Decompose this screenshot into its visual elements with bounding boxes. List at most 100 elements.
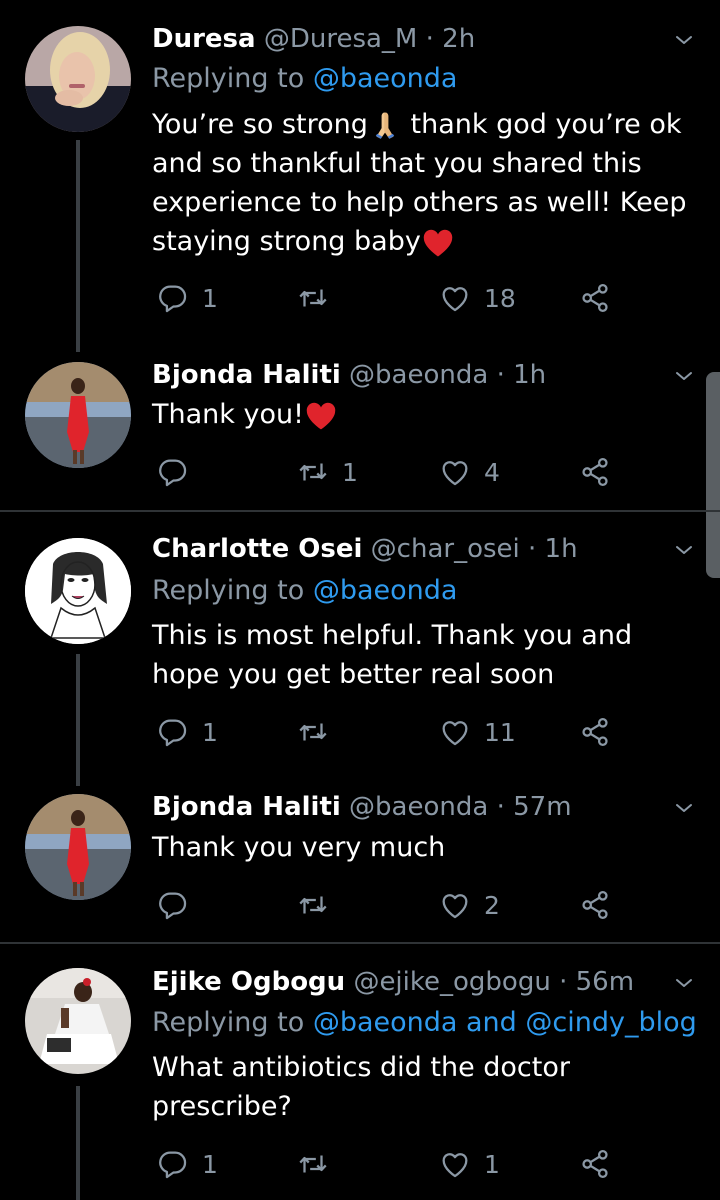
retweet-count: 1 [342, 457, 358, 487]
reply-icon [156, 1147, 190, 1181]
avatar[interactable] [25, 362, 131, 468]
tweet-actions: 1 1 [152, 1144, 632, 1184]
user-name[interactable]: Ejike Ogbogu [152, 967, 345, 997]
like-button[interactable]: 2 [438, 885, 500, 925]
chevron-down-icon[interactable] [672, 28, 696, 52]
tweet-header: Duresa @Duresa_M · 2h [152, 21, 690, 57]
like-button[interactable]: 1 [438, 1144, 500, 1184]
separator-dot: · [528, 534, 537, 564]
chevron-down-icon[interactable] [672, 538, 696, 562]
user-name[interactable]: Charlotte Osei [152, 534, 362, 564]
like-count: 2 [484, 890, 500, 920]
tweet-header: Charlotte Osei @char_osei · 1h [152, 531, 690, 567]
like-button[interactable]: 4 [438, 452, 500, 492]
tweet-text-part: Thank you very much [152, 832, 446, 863]
tweet-text: This is most helpful. Thank you and hope… [152, 616, 690, 694]
avatar[interactable] [25, 968, 131, 1074]
chevron-down-icon[interactable] [672, 364, 696, 388]
reply-button[interactable]: 1 [156, 278, 218, 318]
user-name[interactable]: Duresa [152, 24, 256, 54]
user-handle[interactable]: @ejike_ogbogu [353, 967, 550, 997]
share-icon [578, 1147, 612, 1181]
red-heart-icon [304, 399, 338, 433]
timestamp[interactable]: 1h [513, 360, 546, 390]
like-icon [438, 888, 472, 922]
reply-button[interactable] [156, 885, 202, 925]
share-icon [578, 715, 612, 749]
retweet-button[interactable] [296, 885, 342, 925]
replying-prefix: Replying to [152, 575, 305, 606]
replying-to: Replying to @baeonda [152, 60, 690, 98]
timestamp[interactable]: 1h [545, 534, 578, 564]
reply-count: 1 [202, 283, 218, 313]
retweet-icon [296, 455, 330, 489]
reply-icon [156, 455, 190, 489]
user-handle[interactable]: @baeonda [349, 792, 488, 822]
tweet-text-part: You’re so strong [152, 109, 368, 140]
retweet-icon [296, 888, 330, 922]
user-name[interactable]: Bjonda Haliti [152, 360, 341, 390]
mention-link[interactable]: @baeonda [313, 575, 458, 606]
retweet-button[interactable] [296, 712, 342, 752]
tweet-text-part: This is most helpful. Thank you and hope… [152, 620, 633, 690]
reply-count: 1 [202, 1149, 218, 1179]
reply-button[interactable]: 1 [156, 712, 218, 752]
share-icon [578, 281, 612, 315]
like-button[interactable]: 11 [438, 712, 516, 752]
share-icon [578, 888, 612, 922]
tweet-text: Thank you! [152, 395, 690, 434]
share-button[interactable] [578, 885, 612, 925]
retweet-button[interactable]: 1 [296, 452, 358, 492]
share-button[interactable] [578, 1144, 612, 1184]
tweet-actions: 2 [152, 885, 632, 925]
like-icon [438, 281, 472, 315]
separator-dot: · [425, 24, 434, 54]
chevron-down-icon[interactable] [672, 796, 696, 820]
reply-button[interactable]: 1 [156, 1144, 218, 1184]
retweet-icon [296, 281, 330, 315]
tweet-text: What antibiotics did the doctor prescrib… [152, 1048, 690, 1126]
user-name[interactable]: Bjonda Haliti [152, 792, 341, 822]
retweet-button[interactable] [296, 1144, 342, 1184]
tweet[interactable]: Bjonda Haliti @baeonda · 1h Thank you! 1… [0, 340, 720, 510]
tweet-text: Thank you very much [152, 828, 690, 867]
like-count: 18 [484, 283, 516, 313]
tweet-header: Bjonda Haliti @baeonda · 57m [152, 789, 690, 825]
like-count: 1 [484, 1149, 500, 1179]
timestamp[interactable]: 2h [442, 24, 475, 54]
tweet-text-part: What antibiotics did the doctor prescrib… [152, 1052, 570, 1122]
user-handle[interactable]: @Duresa_M [264, 24, 418, 54]
share-button[interactable] [578, 278, 612, 318]
like-icon [438, 1147, 472, 1181]
timestamp[interactable]: 56m [576, 967, 634, 997]
separator-dot: · [496, 792, 505, 822]
share-button[interactable] [578, 712, 612, 752]
avatar[interactable] [25, 794, 131, 900]
like-button[interactable]: 18 [438, 278, 516, 318]
avatar[interactable] [25, 26, 131, 132]
separator-dot: · [496, 360, 505, 390]
timestamp[interactable]: 57m [513, 792, 571, 822]
avatar[interactable] [25, 538, 131, 644]
tweet[interactable]: Bjonda Haliti @baeonda · 57m Thank you v… [0, 772, 720, 942]
tweet[interactable]: Duresa @Duresa_M · 2h Replying to @baeon… [0, 0, 720, 340]
mention-link[interactable]: @baeonda and @cindy_blog [313, 1007, 697, 1038]
reply-button[interactable] [156, 452, 202, 492]
tweet-text: You’re so strong thank god you’re ok and… [152, 105, 690, 261]
share-button[interactable] [578, 452, 612, 492]
user-handle[interactable]: @char_osei [371, 534, 520, 564]
reply-icon [156, 281, 190, 315]
like-count: 4 [484, 457, 500, 487]
share-icon [578, 455, 612, 489]
like-icon [438, 455, 472, 489]
mention-link[interactable]: @baeonda [313, 63, 458, 94]
tweet[interactable]: Charlotte Osei @char_osei · 1h Replying … [0, 512, 720, 772]
tweet[interactable]: Ejike Ogbogu @ejike_ogbogu · 56m Replyin… [0, 944, 720, 1200]
tweet-actions: 1 18 [152, 278, 632, 318]
retweet-button[interactable] [296, 278, 342, 318]
chevron-down-icon[interactable] [672, 971, 696, 995]
reply-icon [156, 888, 190, 922]
user-handle[interactable]: @baeonda [349, 360, 488, 390]
reply-count: 1 [202, 717, 218, 747]
replying-to: Replying to @baeonda and @cindy_blog [152, 1004, 697, 1042]
